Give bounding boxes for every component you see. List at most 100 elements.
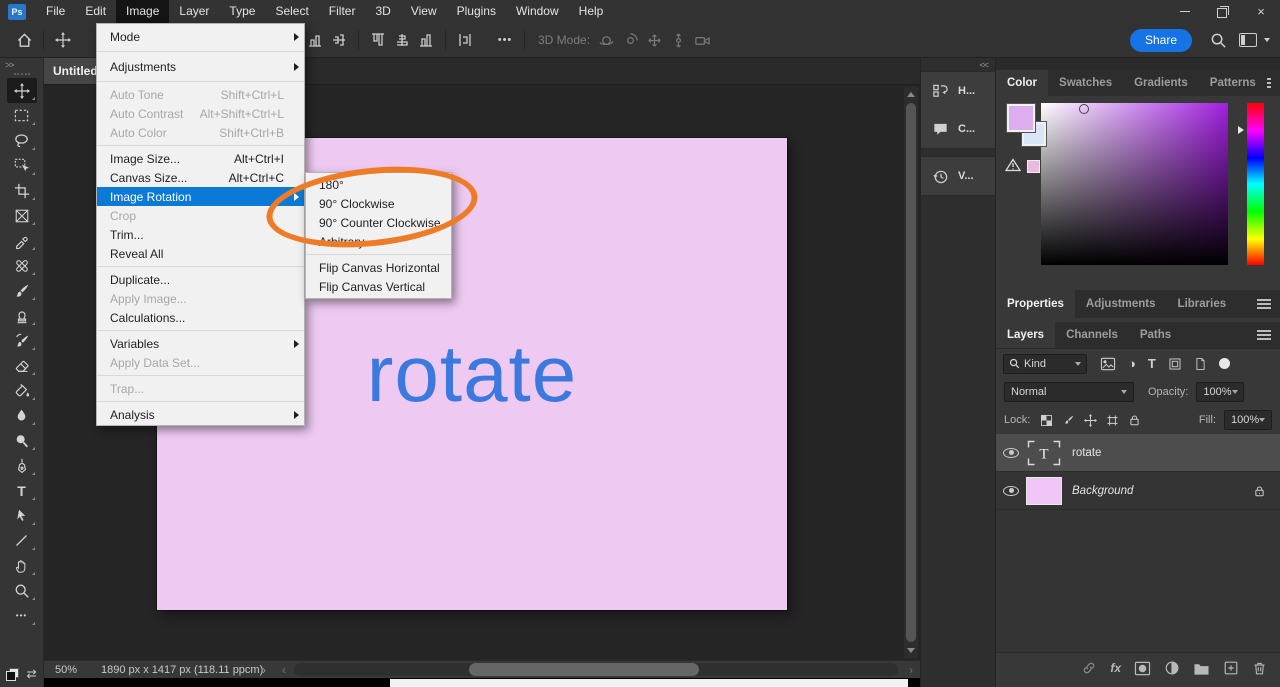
crop-tool[interactable]	[7, 178, 37, 203]
menu-item-duplicate[interactable]: Duplicate...	[97, 270, 304, 289]
spot-healing-brush-tool[interactable]	[7, 253, 37, 278]
restore-button[interactable]	[1204, 0, 1242, 23]
menu-item-image-rotation[interactable]: Image Rotation	[97, 187, 304, 206]
lasso-tool[interactable]	[7, 128, 37, 153]
gamut-warning-icon[interactable]	[1005, 158, 1021, 172]
menu-plugins[interactable]: Plugins	[447, 0, 506, 23]
filter-type-layers-icon[interactable]: T	[1148, 356, 1156, 371]
workspace-switcher-icon[interactable]	[1236, 28, 1260, 52]
opacity-input[interactable]: 100%	[1196, 382, 1244, 402]
menu-item-apply-data-set[interactable]: Apply Data Set...	[97, 353, 304, 372]
share-button[interactable]: Share	[1130, 29, 1192, 52]
menu-item-mode[interactable]: Mode	[97, 25, 304, 48]
rectangular-marquee-tool[interactable]	[7, 103, 37, 128]
layer-thumbnail-text[interactable]: T	[1026, 439, 1062, 467]
menu-item-auto-tone[interactable]: Auto ToneShift+Ctrl+L	[97, 85, 304, 104]
gamut-color-swatch[interactable]	[1027, 160, 1040, 173]
search-icon[interactable]	[1206, 28, 1230, 52]
delete-layer-icon[interactable]	[1252, 660, 1267, 676]
lock-position-icon[interactable]	[1084, 414, 1097, 427]
tab-patterns[interactable]: Patterns	[1199, 70, 1267, 96]
menu-help[interactable]: Help	[569, 0, 614, 23]
align-vertical-centers-icon[interactable]	[390, 28, 414, 52]
tab-channels[interactable]: Channels	[1055, 322, 1129, 348]
minimize-button[interactable]	[1166, 0, 1204, 23]
home-icon[interactable]	[12, 28, 36, 52]
adjustment-layer-icon[interactable]	[1164, 660, 1180, 676]
menu-layer[interactable]: Layer	[169, 0, 219, 23]
menu-3d[interactable]: 3D	[365, 0, 400, 23]
align-top-edges-icon[interactable]	[366, 28, 390, 52]
menu-view[interactable]: View	[401, 0, 447, 23]
foreground-color-swatch[interactable]	[1007, 104, 1035, 132]
panel-menu-icon[interactable]	[1257, 328, 1271, 342]
zoom-level[interactable]: 50%	[55, 664, 77, 676]
rotate-view-icon[interactable]: ⇄	[26, 667, 36, 681]
tab-gradients[interactable]: Gradients	[1123, 70, 1199, 96]
3d-roll-icon[interactable]	[618, 28, 642, 52]
history-brush-tool[interactable]	[7, 328, 37, 353]
more-options-icon[interactable]: •••	[493, 28, 517, 52]
color-picker-marker[interactable]	[1079, 104, 1089, 114]
menu-item-auto-contrast[interactable]: Auto ContrastAlt+Shift+Ctrl+L	[97, 104, 304, 123]
layer-name[interactable]: Background	[1072, 485, 1133, 497]
link-layers-icon[interactable]	[1081, 660, 1097, 676]
menu-file[interactable]: File	[36, 0, 75, 23]
history-panel-button[interactable]: H...	[921, 72, 995, 110]
lock-artboard-icon[interactable]	[1106, 414, 1119, 427]
menu-type[interactable]: Type	[219, 0, 265, 23]
layer-row-background[interactable]: Background	[996, 472, 1280, 510]
menu-item-reveal-all[interactable]: Reveal All	[97, 244, 304, 263]
dodge-tool[interactable]	[7, 428, 37, 453]
frame-tool[interactable]	[7, 203, 37, 228]
align-bottom-edges-icon[interactable]	[414, 28, 438, 52]
hue-slider-marker[interactable]	[1238, 126, 1244, 134]
menu-select[interactable]: Select	[265, 0, 318, 23]
close-button[interactable]: ×	[1242, 0, 1280, 23]
pen-tool[interactable]	[7, 453, 37, 478]
status-expand-icon[interactable]: ›	[262, 663, 266, 677]
tab-adjustments[interactable]: Adjustments	[1075, 290, 1167, 318]
toolbar-grip[interactable]	[14, 73, 30, 75]
fill-input[interactable]: 100%	[1224, 410, 1272, 430]
layer-name[interactable]: rotate	[1072, 447, 1101, 459]
scroll-down-icon[interactable]	[907, 648, 915, 653]
hue-slider[interactable]	[1247, 103, 1264, 265]
menu-item-auto-color[interactable]: Auto ColorShift+Ctrl+B	[97, 123, 304, 142]
expand-toolbar-icon[interactable]: >>	[0, 58, 14, 70]
menu-item-analysis[interactable]: Analysis	[97, 405, 304, 424]
tab-color[interactable]: Color	[996, 70, 1048, 96]
version-history-panel-button[interactable]: V...	[921, 157, 995, 195]
menu-item-canvas-size[interactable]: Canvas Size...Alt+Ctrl+C	[97, 168, 304, 187]
submenu-item-180[interactable]: 180°	[306, 175, 451, 194]
layer-row-rotate[interactable]: T rotate	[996, 434, 1280, 472]
line-tool[interactable]	[7, 528, 37, 553]
scroll-up-icon[interactable]	[907, 92, 915, 97]
menu-item-trim[interactable]: Trim...	[97, 225, 304, 244]
chevron-down-icon[interactable]	[1264, 38, 1270, 42]
layer-filter-select[interactable]: Kind	[1003, 354, 1087, 374]
layer-effects-icon[interactable]: fx	[1110, 661, 1121, 675]
filter-toggle[interactable]	[1219, 358, 1230, 369]
3d-orbit-icon[interactable]	[594, 28, 618, 52]
menu-item-crop[interactable]: Crop	[97, 206, 304, 225]
menu-window[interactable]: Window	[506, 0, 569, 23]
menu-item-apply-image[interactable]: Apply Image...	[97, 289, 304, 308]
tab-paths[interactable]: Paths	[1129, 322, 1182, 348]
lock-pixels-icon[interactable]	[1062, 414, 1075, 427]
layer-lock-icon[interactable]	[1253, 484, 1266, 498]
menu-edit[interactable]: Edit	[75, 0, 116, 23]
scroll-right-icon[interactable]: ›	[909, 663, 913, 677]
blend-mode-select[interactable]: Normal	[1004, 382, 1134, 402]
submenu-item-90-clockwise[interactable]: 90° Clockwise	[306, 194, 451, 213]
move-tool-options-icon[interactable]	[51, 28, 75, 52]
paint-bucket-tool[interactable]	[7, 378, 37, 403]
submenu-item-flip-horizontal[interactable]: Flip Canvas Horizontal	[306, 258, 451, 277]
more-tools[interactable]: •••	[7, 603, 37, 628]
layer-thumbnail-background[interactable]	[1026, 477, 1062, 505]
lock-all-icon[interactable]	[1128, 413, 1141, 427]
tab-properties[interactable]: Properties	[996, 290, 1075, 318]
filter-shape-layers-icon[interactable]	[1168, 357, 1182, 371]
comments-panel-button[interactable]: C...	[921, 110, 995, 148]
object-selection-tool[interactable]	[7, 153, 37, 178]
